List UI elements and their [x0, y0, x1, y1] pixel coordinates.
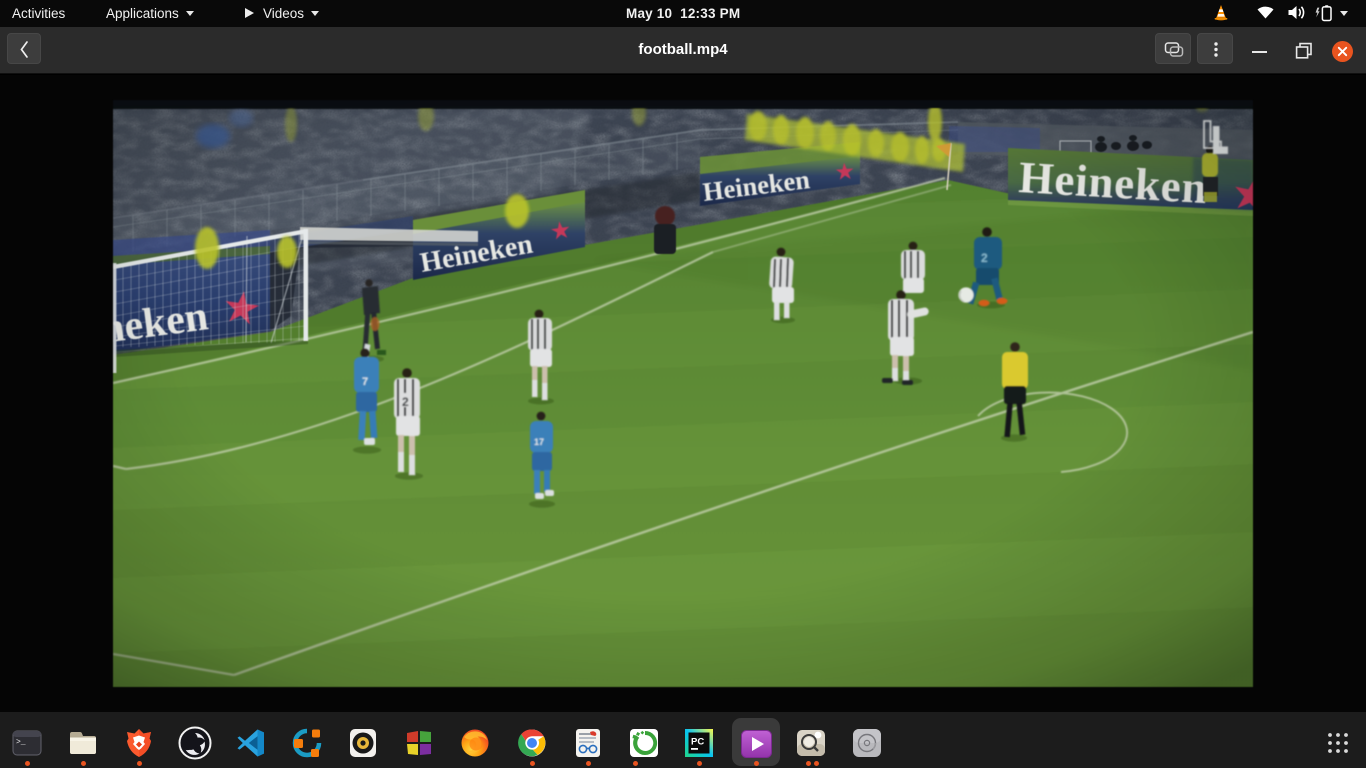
svg-text:>_: >_ — [16, 738, 26, 747]
svg-text:PC: PC — [691, 737, 704, 748]
